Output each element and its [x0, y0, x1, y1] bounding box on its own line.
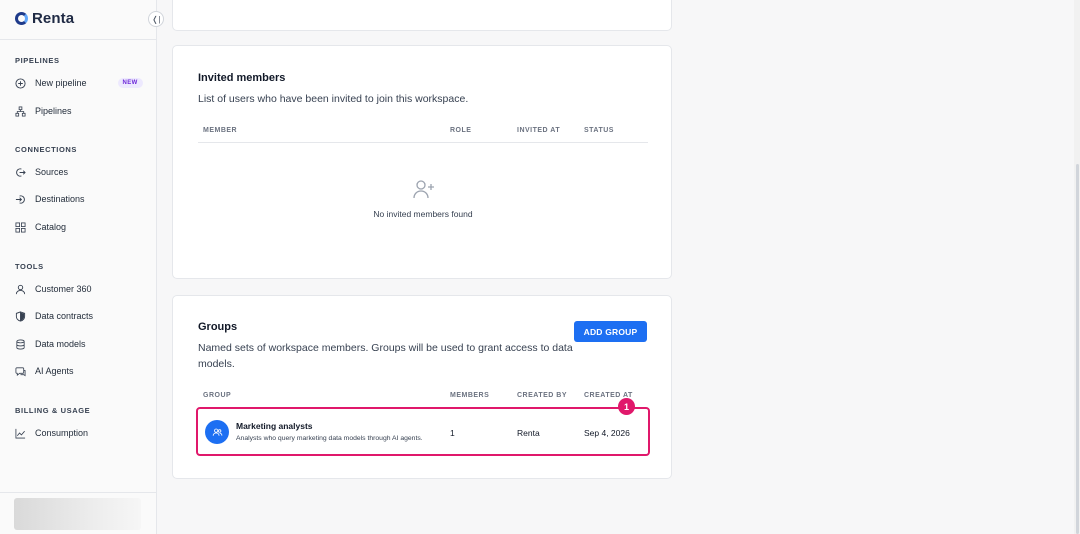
sidebar-item-customer-360[interactable]: Customer 360 — [15, 281, 92, 297]
sidebar-item-label: Data models — [35, 339, 86, 349]
groups-description-line1: Named sets of workspace members. Groups … — [198, 342, 573, 354]
collapse-sidebar-button[interactable]: ❬| — [148, 11, 164, 27]
source-arrow-icon — [15, 167, 26, 178]
user-icon — [15, 284, 26, 295]
column-role: ROLE — [450, 127, 472, 134]
shield-icon — [15, 310, 26, 322]
new-badge: NEW — [117, 78, 143, 88]
user-plus-icon — [413, 180, 434, 199]
section-billing: BILLING & USAGE — [15, 406, 91, 415]
sidebar-item-data-models[interactable]: Data models — [15, 336, 86, 352]
add-group-button[interactable]: ADD GROUP — [574, 321, 647, 342]
group-created-by: Renta — [517, 428, 540, 438]
plus-circle-icon — [15, 77, 26, 89]
table-row[interactable]: Marketing analysts Analysts who query ma… — [196, 407, 650, 456]
sidebar-item-label: Destinations — [35, 194, 85, 204]
empty-state-text: No invited members found — [373, 209, 473, 219]
group-description: Analysts who query marketing data models… — [236, 435, 423, 442]
sidebar-item-label: Pipelines — [35, 106, 72, 116]
column-created-by: CREATED BY — [517, 392, 567, 399]
table-header-divider — [198, 142, 648, 143]
renta-logo-icon — [15, 12, 28, 25]
group-members-count: 1 — [450, 428, 455, 438]
sidebar-item-label: Customer 360 — [35, 284, 92, 294]
sidebar-item-data-contracts[interactable]: Data contracts — [15, 308, 93, 324]
logo[interactable]: Renta — [15, 10, 74, 27]
grid-icon — [15, 222, 26, 233]
sidebar-item-label: AI Agents — [35, 366, 74, 376]
sidebar-item-label: Sources — [35, 167, 69, 177]
hierarchy-icon — [15, 106, 26, 117]
sidebar-item-pipelines[interactable]: Pipelines — [15, 103, 72, 119]
section-pipelines: PIPELINES — [15, 56, 60, 65]
previous-section-card — [172, 0, 672, 31]
section-connections: CONNECTIONS — [15, 145, 78, 154]
invited-members-card: Invited members List of users who have b… — [172, 45, 672, 279]
database-icon — [15, 339, 26, 350]
sidebar-item-label: Data contracts — [35, 311, 94, 321]
sidebar-item-destinations[interactable]: Destinations — [15, 191, 85, 207]
collapse-left-icon: ❬| — [151, 14, 161, 24]
scrollbar-thumb[interactable] — [1076, 164, 1079, 534]
sidebar-item-new-pipeline[interactable]: New pipeline NEW — [15, 75, 143, 91]
sidebar-item-label: Catalog — [35, 222, 67, 232]
groups-card: Groups Named sets of workspace members. … — [172, 295, 672, 479]
sidebar-item-consumption[interactable]: Consumption — [15, 425, 88, 441]
column-invited-at: INVITED AT — [517, 127, 561, 134]
groups-title: Groups — [198, 321, 238, 333]
sidebar: Renta PIPELINES New pipeline NEW Pipelin… — [0, 0, 157, 534]
annotation-marker: 1 — [618, 398, 635, 415]
group-name[interactable]: Marketing analysts — [236, 421, 313, 431]
column-member: MEMBER — [203, 127, 238, 134]
invited-members-title: Invited members — [198, 72, 286, 84]
column-members: MEMBERS — [450, 392, 490, 399]
divider — [0, 492, 156, 493]
column-status: STATUS — [584, 127, 614, 134]
destination-arrow-icon — [15, 194, 26, 205]
chat-icon — [15, 366, 26, 377]
sidebar-item-ai-agents[interactable]: AI Agents — [15, 363, 74, 379]
sidebar-item-sources[interactable]: Sources — [15, 164, 68, 180]
sidebar-item-label: Consumption — [35, 428, 89, 438]
section-tools: TOOLS — [15, 262, 44, 271]
sidebar-item-label: New pipeline — [35, 78, 87, 88]
divider — [0, 39, 156, 40]
groups-description-line2: models. — [198, 358, 235, 370]
sidebar-item-catalog[interactable]: Catalog — [15, 219, 66, 235]
group-users-icon — [205, 420, 229, 444]
chart-line-icon — [15, 428, 26, 439]
group-created-at: Sep 4, 2026 — [584, 428, 630, 438]
user-account-chip[interactable] — [14, 498, 141, 530]
invited-members-description: List of users who have been invited to j… — [198, 93, 469, 105]
column-group: GROUP — [203, 392, 232, 399]
logo-text: Renta — [32, 10, 75, 27]
